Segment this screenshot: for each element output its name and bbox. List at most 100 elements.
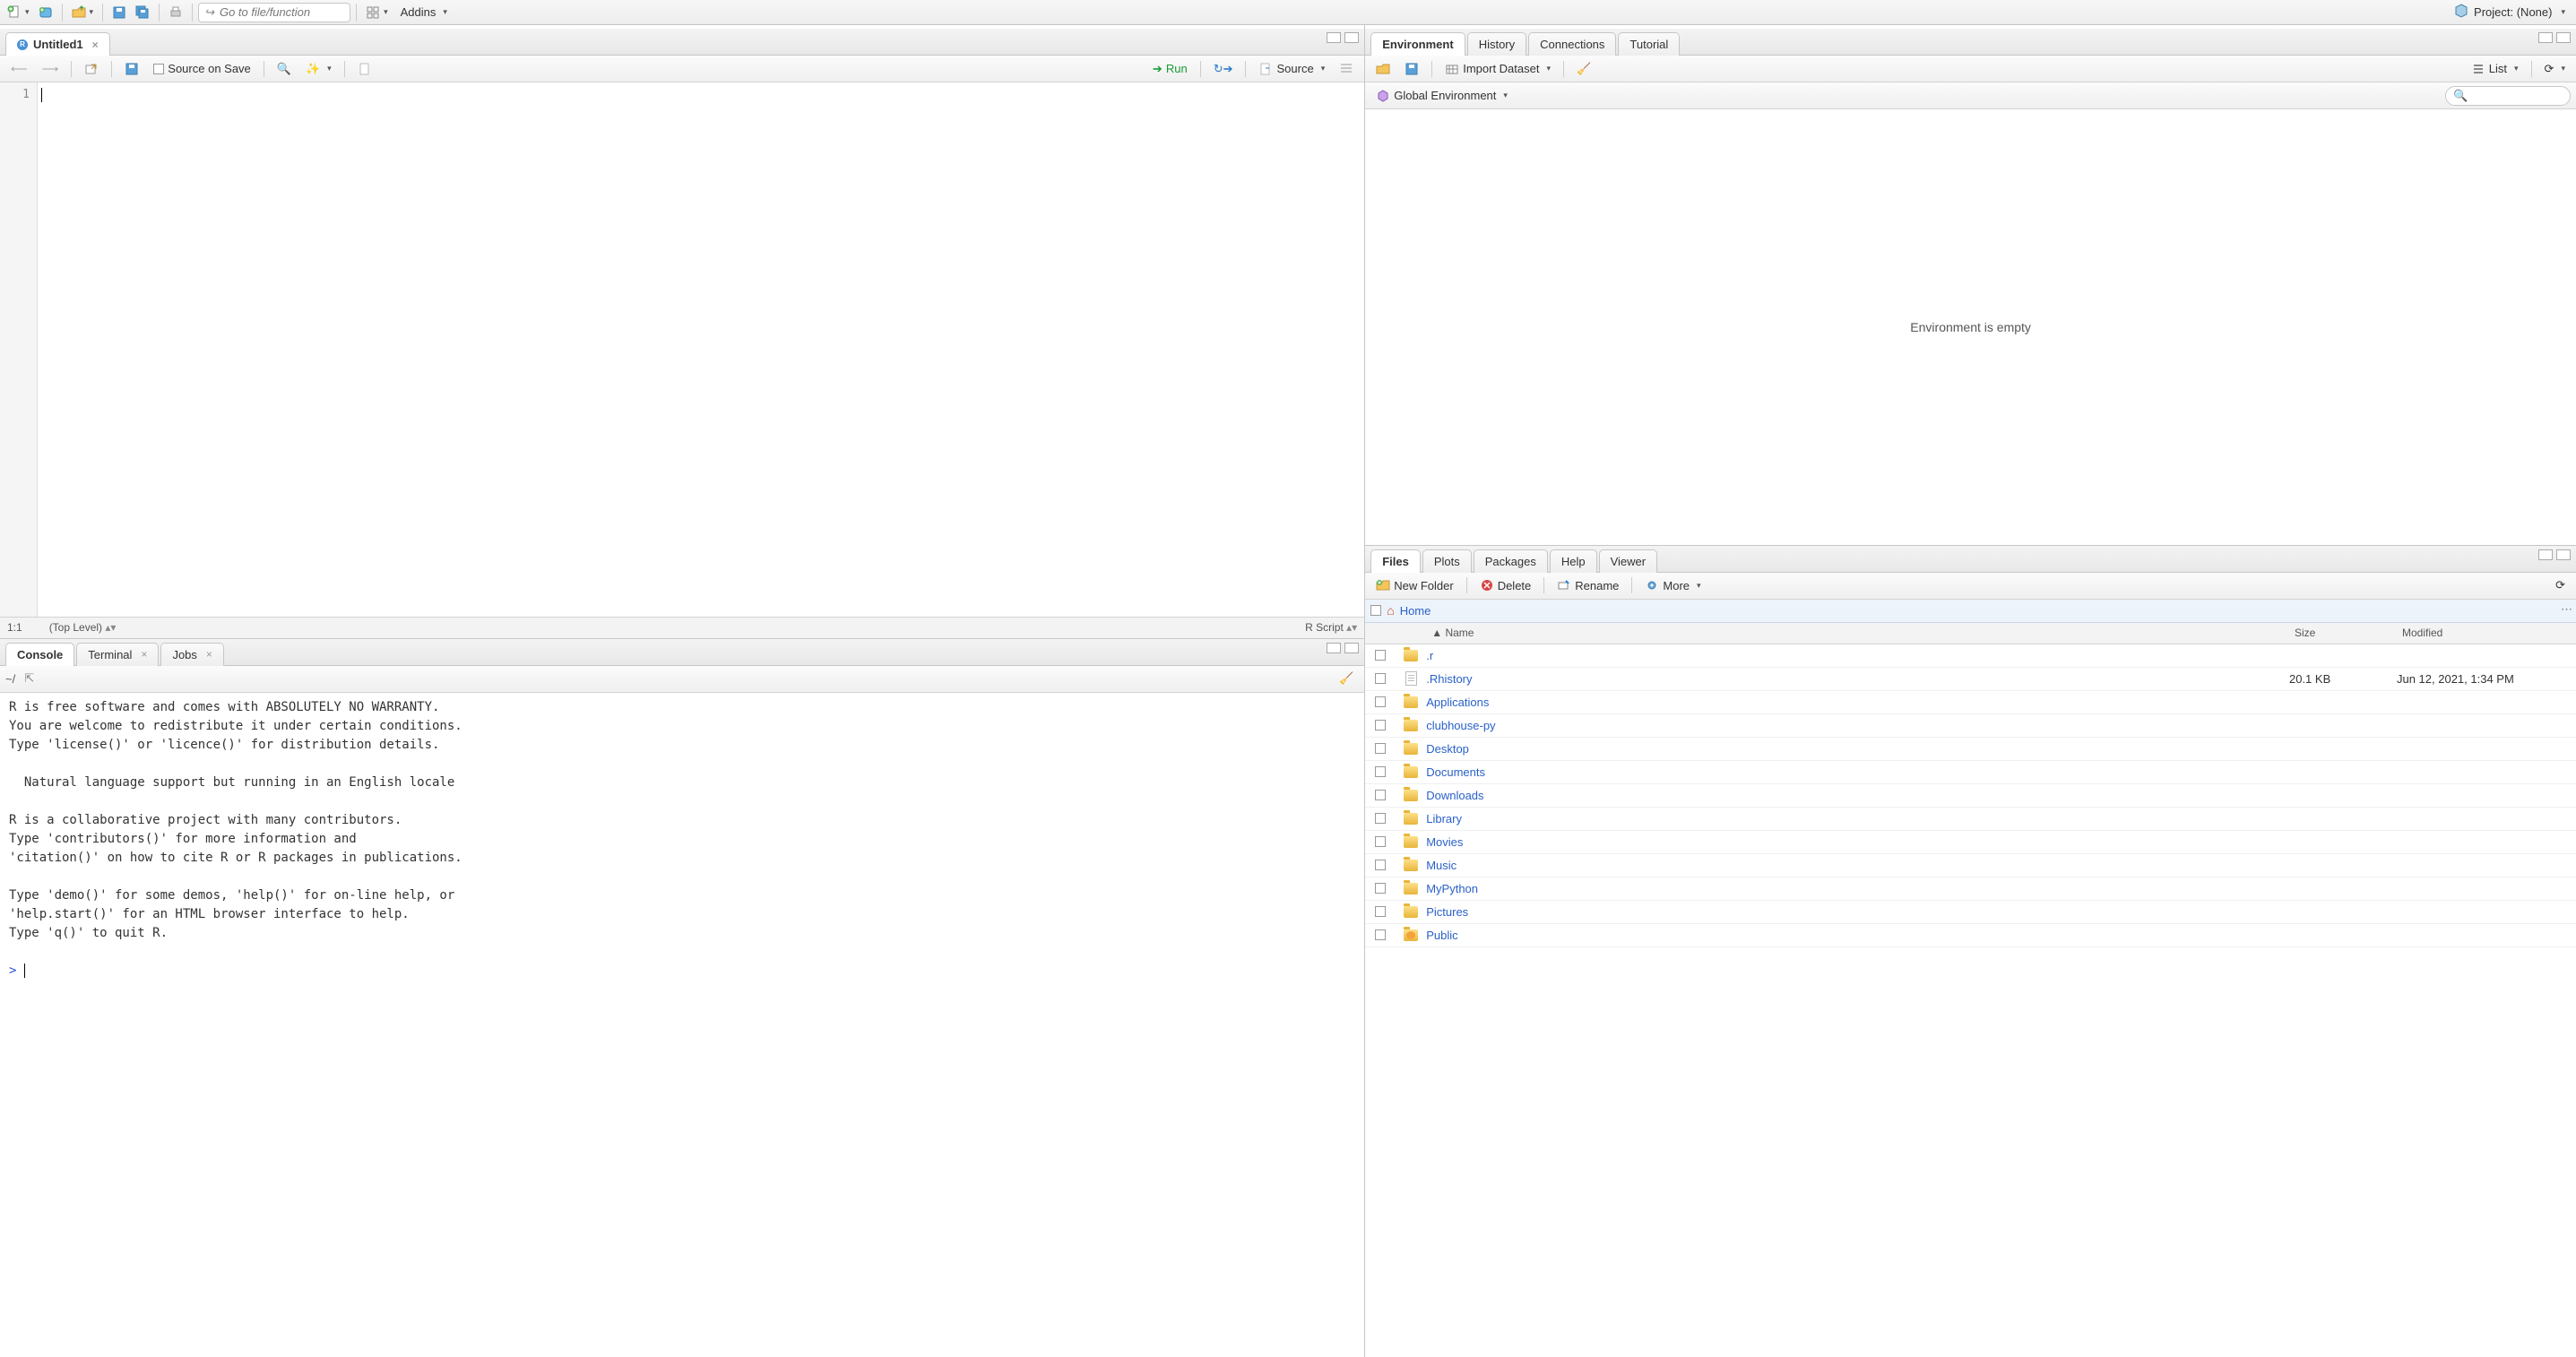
row-checkbox[interactable] xyxy=(1375,906,1386,917)
row-checkbox[interactable] xyxy=(1375,883,1386,894)
file-name[interactable]: Desktop xyxy=(1426,742,2289,756)
source-on-save-toggle[interactable]: Source on Save xyxy=(148,59,256,79)
new-project-button[interactable] xyxy=(35,3,56,22)
minimize-pane-button[interactable] xyxy=(2538,549,2553,560)
breadcrumb-home[interactable]: Home xyxy=(1400,604,1431,618)
breadcrumb-more-button[interactable]: ⋯ xyxy=(2561,602,2572,617)
refresh-env-button[interactable]: ⟳ xyxy=(2539,59,2571,79)
maximize-pane-button[interactable] xyxy=(1344,32,1359,43)
new-file-button[interactable] xyxy=(4,3,33,22)
row-checkbox[interactable] xyxy=(1375,743,1386,754)
close-tab-button[interactable]: × xyxy=(141,648,147,661)
file-row[interactable]: Documents xyxy=(1365,761,2576,784)
tab-history[interactable]: History xyxy=(1467,32,1526,56)
clear-console-button[interactable]: 🧹 xyxy=(1334,669,1359,688)
file-row[interactable]: Applications xyxy=(1365,691,2576,714)
tab-plots[interactable]: Plots xyxy=(1422,549,1472,573)
file-row[interactable]: clubhouse-py xyxy=(1365,714,2576,738)
source-button[interactable]: Source xyxy=(1253,59,1330,79)
rename-button[interactable]: Rename xyxy=(1552,575,1624,595)
tab-environment[interactable]: Environment xyxy=(1370,32,1465,56)
more-button[interactable]: More xyxy=(1639,575,1706,595)
file-row[interactable]: Library xyxy=(1365,808,2576,831)
rerun-button[interactable]: ↻➔ xyxy=(1208,59,1239,79)
file-row[interactable]: MyPython xyxy=(1365,877,2576,901)
row-checkbox[interactable] xyxy=(1375,696,1386,707)
save-button[interactable] xyxy=(108,3,130,22)
close-tab-button[interactable]: × xyxy=(92,39,99,51)
file-name[interactable]: Library xyxy=(1426,812,2289,825)
tab-tutorial[interactable]: Tutorial xyxy=(1618,32,1680,56)
tab-files[interactable]: Files xyxy=(1370,549,1421,573)
minimize-pane-button[interactable] xyxy=(1327,643,1341,653)
file-name[interactable]: Applications xyxy=(1426,696,2289,709)
select-all-checkbox[interactable] xyxy=(1370,605,1381,616)
addins-menu[interactable]: Addins xyxy=(393,3,454,22)
save-workspace-button[interactable] xyxy=(1399,59,1424,79)
row-checkbox[interactable] xyxy=(1375,813,1386,824)
file-name[interactable]: Music xyxy=(1426,859,2289,872)
file-row[interactable]: Public xyxy=(1365,924,2576,947)
col-modified[interactable]: Modified xyxy=(2397,627,2576,639)
maximize-pane-button[interactable] xyxy=(2556,549,2571,560)
file-name[interactable]: Downloads xyxy=(1426,789,2289,802)
file-name[interactable]: MyPython xyxy=(1426,882,2289,895)
file-name[interactable]: .Rhistory xyxy=(1426,672,2289,686)
minimize-pane-button[interactable] xyxy=(2538,32,2553,43)
file-name[interactable]: Movies xyxy=(1426,835,2289,849)
refresh-files-button[interactable]: ⟳ xyxy=(2550,575,2571,595)
tab-help[interactable]: Help xyxy=(1550,549,1597,573)
new-folder-button[interactable]: New Folder xyxy=(1370,575,1458,595)
scope-selector[interactable]: (Top Level) xyxy=(22,621,1305,634)
file-row[interactable]: .r xyxy=(1365,644,2576,668)
save-all-button[interactable] xyxy=(132,3,153,22)
row-checkbox[interactable] xyxy=(1375,860,1386,870)
console-output[interactable]: R is free software and comes with ABSOLU… xyxy=(0,693,1364,1357)
run-button[interactable]: ➔ Run xyxy=(1147,59,1193,79)
save-source-button[interactable] xyxy=(119,59,144,79)
col-name[interactable]: ▲ Name xyxy=(1426,627,2289,639)
row-checkbox[interactable] xyxy=(1375,836,1386,847)
file-row[interactable]: Pictures xyxy=(1365,901,2576,924)
open-file-button[interactable] xyxy=(68,3,98,22)
row-checkbox[interactable] xyxy=(1375,720,1386,730)
view-mode-button[interactable]: List xyxy=(2466,59,2524,79)
row-checkbox[interactable] xyxy=(1375,929,1386,940)
tab-terminal[interactable]: Terminal× xyxy=(76,643,159,666)
tab-viewer[interactable]: Viewer xyxy=(1599,549,1658,573)
col-size[interactable]: Size xyxy=(2289,627,2397,639)
tab-jobs[interactable]: Jobs× xyxy=(160,643,223,666)
tab-connections[interactable]: Connections xyxy=(1528,32,1616,56)
compile-report-button[interactable] xyxy=(352,59,377,79)
tab-console[interactable]: Console xyxy=(5,643,74,666)
file-row[interactable]: Movies xyxy=(1365,831,2576,854)
goto-file-function-input[interactable]: ↪ Go to file/function xyxy=(198,3,350,22)
close-tab-button[interactable]: × xyxy=(206,648,212,661)
delete-button[interactable]: Delete xyxy=(1474,575,1537,595)
project-menu[interactable]: Project: (None) xyxy=(2447,4,2572,21)
file-row[interactable]: Desktop xyxy=(1365,738,2576,761)
row-checkbox[interactable] xyxy=(1375,790,1386,800)
file-name[interactable]: Public xyxy=(1426,929,2289,942)
file-row[interactable]: .Rhistory20.1 KBJun 12, 2021, 1:34 PM xyxy=(1365,668,2576,691)
import-dataset-button[interactable]: Import Dataset xyxy=(1439,59,1556,79)
magic-wand-button[interactable]: ✨ xyxy=(300,59,337,79)
env-scope-selector[interactable]: Global Environment xyxy=(1370,86,1513,106)
tab-packages[interactable]: Packages xyxy=(1474,549,1548,573)
file-name[interactable]: Documents xyxy=(1426,765,2289,779)
file-type-selector[interactable]: R Script xyxy=(1305,621,1357,634)
maximize-pane-button[interactable] xyxy=(2556,32,2571,43)
file-name[interactable]: clubhouse-py xyxy=(1426,719,2289,732)
file-row[interactable]: Downloads xyxy=(1365,784,2576,808)
load-workspace-button[interactable] xyxy=(1370,59,1396,79)
minimize-pane-button[interactable] xyxy=(1327,32,1341,43)
file-row[interactable]: Music xyxy=(1365,854,2576,877)
file-name[interactable]: .r xyxy=(1426,649,2289,662)
env-search-input[interactable]: 🔍 xyxy=(2445,86,2571,106)
find-button[interactable]: 🔍 xyxy=(272,59,297,79)
row-checkbox[interactable] xyxy=(1375,650,1386,661)
source-tab-untitled1[interactable]: R Untitled1 × xyxy=(5,32,110,56)
print-button[interactable] xyxy=(165,3,186,22)
outline-button[interactable] xyxy=(1334,59,1359,79)
grid-view-button[interactable] xyxy=(362,3,392,22)
